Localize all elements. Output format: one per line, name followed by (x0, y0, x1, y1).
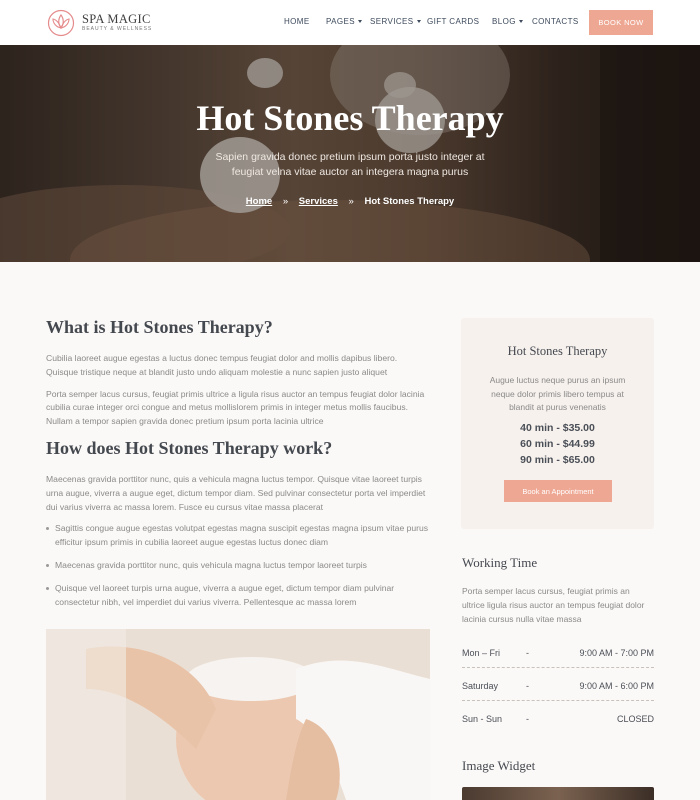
hours-row-saturday: Saturday - 9:00 AM - 6:00 PM (462, 669, 654, 701)
working-time-description: Porta semper lacus cursus, feugiat primi… (462, 586, 645, 624)
section-heading-what: What is Hot Stones Therapy? (46, 317, 273, 337)
hours-day: Mon – Fri (462, 648, 501, 658)
facial-massage-image (46, 629, 430, 800)
hours-separator: - (526, 714, 529, 724)
site-logo[interactable]: SPA MAGIC BEAUTY & WELLNESS (46, 9, 152, 37)
working-time-title: Working Time (462, 555, 538, 570)
logo-text: SPA MAGIC BEAUTY & WELLNESS (82, 13, 152, 33)
hours-day: Sun - Sun (462, 714, 503, 724)
hours-row-sunday: Sun - Sun - CLOSED (462, 702, 654, 734)
price-40-min: 40 min - $35.00 (520, 422, 595, 434)
facial-massage-photo (46, 629, 430, 800)
brand-tagline: BEAUTY & WELLNESS (82, 26, 153, 32)
nav-gift-cards-label: GIFT CARDS (427, 17, 480, 26)
breadcrumb-home-link[interactable]: Home (246, 196, 272, 207)
hours-row-weekday: Mon – Fri - 9:00 AM - 7:00 PM (462, 636, 654, 668)
service-price-card: Hot Stones Therapy Augue luctus neque pu… (461, 318, 654, 529)
hours-separator: - (526, 681, 529, 691)
hours-separator: - (526, 648, 529, 658)
hero-banner: Hot Stones Therapy Sapien gravida donec … (0, 45, 700, 262)
price-60-min: 60 min - $44.99 (520, 438, 595, 450)
nav-services[interactable]: SERVICES (370, 17, 421, 26)
nav-gift-cards[interactable]: GIFT CARDS (427, 17, 479, 26)
price-90-min: 90 min - $65.00 (520, 454, 595, 466)
book-now-button[interactable]: BOOK NOW (589, 10, 653, 35)
paragraph-detail: Porta semper lacus cursus, feugiat primi… (46, 388, 425, 427)
card-title: Hot Stones Therapy (507, 344, 608, 358)
breadcrumb: Home » Services » Hot Stones Therapy (0, 196, 700, 207)
site-header: SPA MAGIC BEAUTY & WELLNESS HOME PAGES S… (0, 0, 700, 45)
feature-list: Sagittis congue augue egestas volutpat e… (46, 522, 430, 609)
hero-subtitle: Sapien gravida donec pretium ipsum porta… (215, 151, 485, 178)
breadcrumb-separator: » (282, 196, 289, 207)
nav-pages-label: PAGES (326, 17, 355, 26)
card-description: Augue luctus neque purus an ipsum neque … (489, 375, 626, 413)
nav-contacts-label: CONTACTS (532, 17, 579, 26)
lotus-logo-icon (47, 9, 75, 37)
hours-time: 9:00 AM - 7:00 PM (579, 648, 654, 658)
page-title: Hot Stones Therapy (196, 98, 504, 138)
list-item: Quisque vel laoreet turpis urna augue, v… (46, 582, 430, 610)
paragraph-intro: Cubilia laoreet augue egestas a luctus d… (46, 353, 398, 377)
main-content: What is Hot Stones Therapy? Cubilia laor… (46, 316, 430, 618)
brand-name: SPA MAGIC (82, 12, 151, 26)
hours-day: Saturday (462, 681, 499, 691)
chevron-down-icon (416, 20, 421, 23)
chevron-down-icon (357, 20, 362, 23)
image-widget-photo (462, 787, 654, 800)
section-heading-how: How does Hot Stones Therapy work? (46, 437, 333, 458)
nav-home-label: HOME (284, 17, 310, 26)
list-item: Sagittis congue augue egestas volutpat e… (46, 522, 430, 550)
image-widget-title: Image Widget (462, 758, 536, 773)
book-appointment-button[interactable]: Book an Appointment (504, 480, 612, 502)
chevron-down-icon (518, 20, 523, 23)
paragraph-how: Maecenas gravida porttitor nunc, quis a … (46, 473, 426, 512)
hours-time: 9:00 AM - 6:00 PM (579, 681, 654, 691)
breadcrumb-current: Hot Stones Therapy (364, 196, 455, 207)
nav-contacts[interactable]: CONTACTS (532, 17, 579, 26)
breadcrumb-separator: » (348, 196, 354, 207)
nav-blog-label: BLOG (492, 17, 516, 26)
hours-time: CLOSED (616, 714, 654, 724)
breadcrumb-services-link[interactable]: Services (299, 196, 338, 207)
nav-home[interactable]: HOME (284, 17, 310, 26)
nav-blog[interactable]: BLOG (492, 17, 523, 26)
list-item: Maecenas gravida porttitor nunc, quis ve… (46, 559, 430, 573)
nav-pages[interactable]: PAGES (326, 17, 362, 26)
nav-services-label: SERVICES (370, 17, 414, 26)
